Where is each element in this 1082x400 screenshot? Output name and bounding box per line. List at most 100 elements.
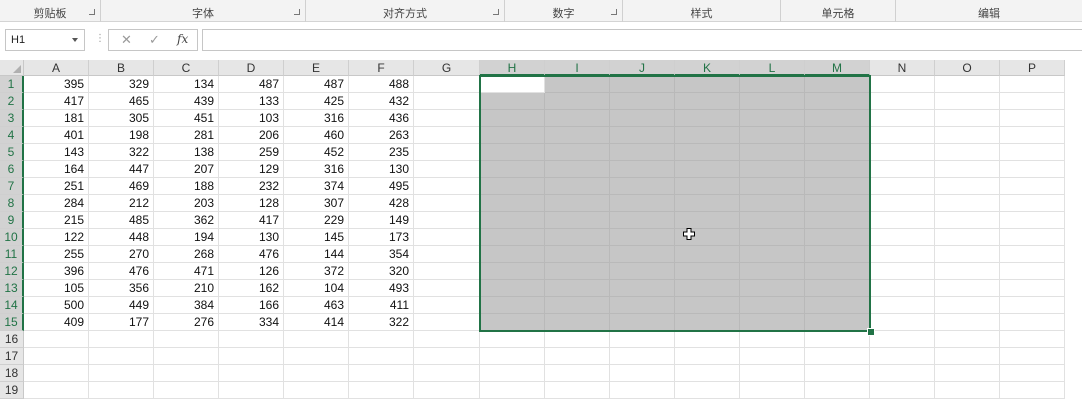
cell-a17[interactable]	[24, 348, 89, 365]
column-header-i[interactable]: I	[545, 60, 610, 76]
worksheet-grid[interactable]: A B C D E F G H I J K L M N O P 1 395 329 134 487 487 488 2 417 4…	[0, 60, 1082, 400]
cell-b16[interactable]	[89, 331, 154, 348]
cell-j4[interactable]	[610, 127, 675, 144]
cell-h12[interactable]	[480, 263, 545, 280]
cell-a14[interactable]: 500	[24, 297, 89, 314]
fill-handle[interactable]	[867, 328, 875, 336]
cell-i1[interactable]	[545, 76, 610, 93]
cell-d5[interactable]: 259	[219, 144, 284, 161]
cell-d14[interactable]: 166	[219, 297, 284, 314]
cell-j9[interactable]	[610, 212, 675, 229]
cell-l5[interactable]	[740, 144, 805, 161]
cell-n8[interactable]	[870, 195, 935, 212]
cell-c7[interactable]: 188	[154, 178, 219, 195]
cell-h8[interactable]	[480, 195, 545, 212]
cell-a16[interactable]	[24, 331, 89, 348]
cell-e10[interactable]: 145	[284, 229, 349, 246]
cell-c3[interactable]: 451	[154, 110, 219, 127]
cell-b5[interactable]: 322	[89, 144, 154, 161]
cell-l1[interactable]	[740, 76, 805, 93]
cell-g12[interactable]	[414, 263, 480, 280]
cell-f8[interactable]: 428	[349, 195, 414, 212]
cell-i8[interactable]	[545, 195, 610, 212]
cell-o2[interactable]	[935, 93, 1000, 110]
cell-l15[interactable]	[740, 314, 805, 331]
column-header-n[interactable]: N	[870, 60, 935, 76]
cell-c12[interactable]: 471	[154, 263, 219, 280]
cell-j6[interactable]	[610, 161, 675, 178]
cell-p14[interactable]	[1000, 297, 1065, 314]
cell-a13[interactable]: 105	[24, 280, 89, 297]
cell-i6[interactable]	[545, 161, 610, 178]
column-header-g[interactable]: G	[414, 60, 480, 76]
cell-d19[interactable]	[219, 382, 284, 399]
cell-c8[interactable]: 203	[154, 195, 219, 212]
row-header-18[interactable]: 18	[0, 365, 24, 382]
cell-l2[interactable]	[740, 93, 805, 110]
cell-c1[interactable]: 134	[154, 76, 219, 93]
cell-a19[interactable]	[24, 382, 89, 399]
column-header-o[interactable]: O	[935, 60, 1000, 76]
column-header-p[interactable]: P	[1000, 60, 1065, 76]
cell-n19[interactable]	[870, 382, 935, 399]
cell-f5[interactable]: 235	[349, 144, 414, 161]
cell-c13[interactable]: 210	[154, 280, 219, 297]
cell-a10[interactable]: 122	[24, 229, 89, 246]
cell-c17[interactable]	[154, 348, 219, 365]
dialog-launcher-icon[interactable]	[611, 9, 617, 15]
cell-g6[interactable]	[414, 161, 480, 178]
row-header-14[interactable]: 14	[0, 297, 24, 314]
cell-j1[interactable]	[610, 76, 675, 93]
cell-a3[interactable]: 181	[24, 110, 89, 127]
cell-g19[interactable]	[414, 382, 480, 399]
cell-o13[interactable]	[935, 280, 1000, 297]
cell-k16[interactable]	[675, 331, 740, 348]
cell-k2[interactable]	[675, 93, 740, 110]
column-header-k[interactable]: K	[675, 60, 740, 76]
cell-o17[interactable]	[935, 348, 1000, 365]
cell-l14[interactable]	[740, 297, 805, 314]
column-header-d[interactable]: D	[219, 60, 284, 76]
cell-l8[interactable]	[740, 195, 805, 212]
cell-l10[interactable]	[740, 229, 805, 246]
cell-h14[interactable]	[480, 297, 545, 314]
insert-function-icon[interactable]: fx	[177, 32, 188, 46]
cell-f2[interactable]: 432	[349, 93, 414, 110]
cell-m15[interactable]	[805, 314, 870, 331]
cell-m7[interactable]	[805, 178, 870, 195]
cell-i3[interactable]	[545, 110, 610, 127]
cell-k9[interactable]	[675, 212, 740, 229]
cell-j16[interactable]	[610, 331, 675, 348]
cell-p2[interactable]	[1000, 93, 1065, 110]
cell-m18[interactable]	[805, 365, 870, 382]
cell-e5[interactable]: 452	[284, 144, 349, 161]
column-header-m[interactable]: M	[805, 60, 870, 76]
cell-c9[interactable]: 362	[154, 212, 219, 229]
cell-a6[interactable]: 164	[24, 161, 89, 178]
cell-h9[interactable]	[480, 212, 545, 229]
cell-f1[interactable]: 488	[349, 76, 414, 93]
cell-f7[interactable]: 495	[349, 178, 414, 195]
cell-a15[interactable]: 409	[24, 314, 89, 331]
cell-c14[interactable]: 384	[154, 297, 219, 314]
cell-e3[interactable]: 316	[284, 110, 349, 127]
cell-i18[interactable]	[545, 365, 610, 382]
cell-l17[interactable]	[740, 348, 805, 365]
cell-p16[interactable]	[1000, 331, 1065, 348]
cell-k3[interactable]	[675, 110, 740, 127]
cell-h1[interactable]	[480, 76, 545, 93]
cell-k8[interactable]	[675, 195, 740, 212]
row-header-19[interactable]: 19	[0, 382, 24, 399]
cell-n11[interactable]	[870, 246, 935, 263]
column-header-h[interactable]: H	[480, 60, 545, 76]
cell-g4[interactable]	[414, 127, 480, 144]
cell-i5[interactable]	[545, 144, 610, 161]
cell-m19[interactable]	[805, 382, 870, 399]
cell-d17[interactable]	[219, 348, 284, 365]
cell-f13[interactable]: 493	[349, 280, 414, 297]
select-all-button[interactable]	[0, 60, 24, 76]
row-header-7[interactable]: 7	[0, 178, 24, 195]
cell-k6[interactable]	[675, 161, 740, 178]
cell-d11[interactable]: 476	[219, 246, 284, 263]
cell-k15[interactable]	[675, 314, 740, 331]
